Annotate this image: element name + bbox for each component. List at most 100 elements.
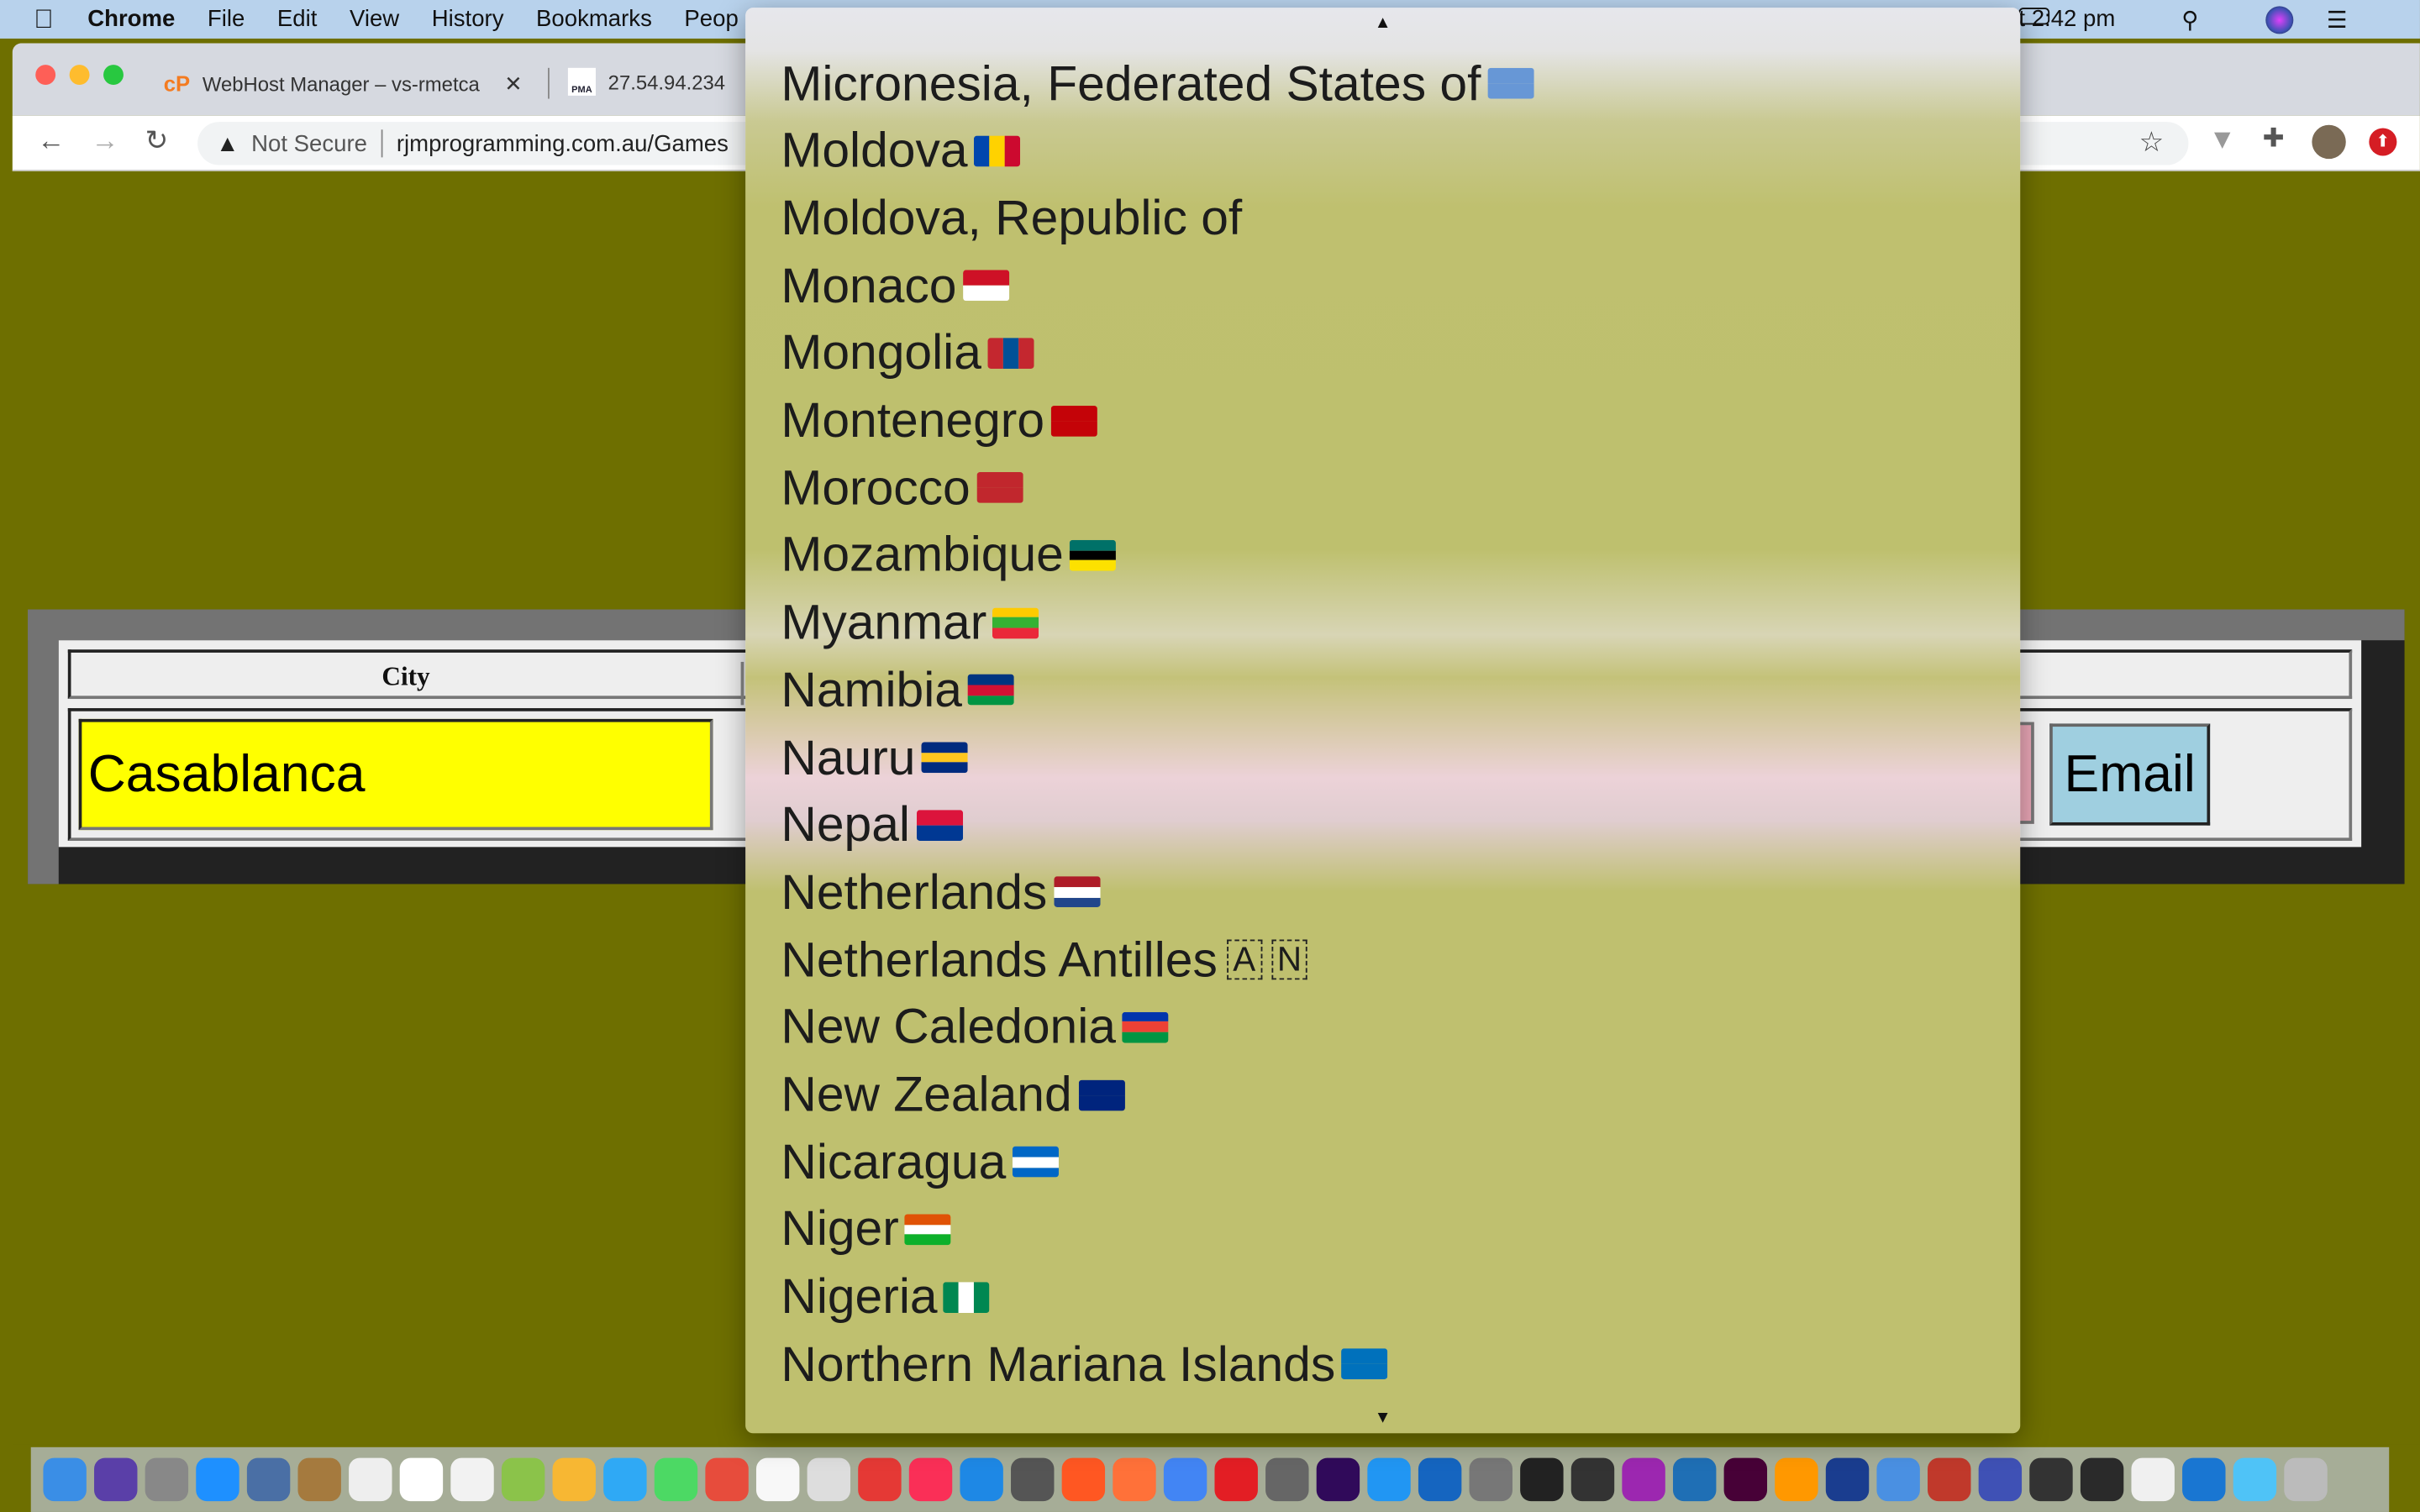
security-label[interactable]: Not Secure [251, 130, 367, 156]
dropdown-option[interactable]: Nicaragua [781, 1128, 1059, 1196]
menu-app[interactable]: Chrome [87, 6, 175, 32]
dock-app-icon[interactable] [2080, 1457, 2124, 1502]
dock-app-icon[interactable] [501, 1457, 545, 1502]
dropdown-option[interactable]: Montenegro [781, 386, 1097, 454]
city-input[interactable]: Casablanca [78, 718, 713, 831]
notification-center-icon[interactable]: ☰ [2327, 5, 2348, 33]
dock-app-icon[interactable] [297, 1457, 341, 1502]
dropdown-option[interactable]: New Zealand [781, 1061, 1125, 1129]
dropdown-option[interactable]: Nauru [781, 723, 968, 791]
dropdown-option[interactable]: Monaco [781, 252, 1009, 320]
dock-app-icon[interactable] [1316, 1457, 1360, 1502]
dock-app-icon[interactable] [2029, 1457, 2073, 1502]
dock-app-icon[interactable] [145, 1457, 189, 1502]
dock-app-icon[interactable] [1622, 1457, 1665, 1502]
close-window-button[interactable] [35, 65, 56, 86]
dock-app-icon[interactable] [908, 1457, 953, 1502]
dock-app-icon[interactable] [603, 1457, 647, 1502]
dock-app-icon[interactable] [1061, 1457, 1106, 1502]
dropdown-option[interactable]: Mozambique [781, 522, 1117, 590]
apple-icon[interactable]:  [34, 4, 53, 35]
menu-edit[interactable]: Edit [277, 6, 317, 32]
dock-app-icon[interactable] [1570, 1457, 1615, 1502]
extensions-puzzle-icon[interactable]: ✚ [2263, 123, 2291, 153]
reload-icon[interactable]: ↻ [145, 125, 169, 158]
spotlight-search-icon[interactable]: ⚲ [2181, 5, 2198, 33]
dropdown-option[interactable]: Morocco [781, 454, 1023, 522]
dock-app-icon[interactable] [1163, 1457, 1207, 1502]
dock-app-icon[interactable] [705, 1457, 749, 1502]
dock-app-icon[interactable] [349, 1457, 392, 1502]
dock-app-icon[interactable] [1520, 1457, 1564, 1502]
dock-app-icon[interactable] [43, 1457, 87, 1502]
dock-app-icon[interactable] [1672, 1457, 1717, 1502]
dock-app-icon[interactable] [450, 1457, 494, 1502]
email-button[interactable]: Email [2049, 723, 2211, 826]
dropdown-option[interactable]: Nigeria [781, 1263, 991, 1331]
dropdown-option[interactable]: Northern Mariana Islands [781, 1331, 1388, 1399]
forward-icon[interactable]: → [91, 125, 118, 158]
dock-app-icon[interactable] [1825, 1457, 1870, 1502]
dropdown-option[interactable]: Micronesia, Federated States of [781, 50, 1534, 118]
dropdown-option[interactable]: Moldova, Republic of [781, 184, 1242, 252]
update-icon[interactable]: ⬆ [2369, 128, 2397, 156]
menu-people[interactable]: Peop [684, 6, 738, 32]
vue-devtools-icon[interactable]: ▼ [2208, 123, 2236, 155]
menu-bookmarks[interactable]: Bookmarks [536, 6, 652, 32]
profile-avatar[interactable] [2312, 124, 2346, 160]
dropdown-option[interactable]: Niger [781, 1195, 952, 1263]
dock-app-icon[interactable] [1978, 1457, 2023, 1502]
dock-app-icon[interactable] [1928, 1457, 1971, 1502]
dock-app-icon[interactable] [246, 1457, 291, 1502]
dock-app-icon[interactable] [2233, 1457, 2277, 1502]
dock-app-icon[interactable] [399, 1457, 444, 1502]
dock-app-icon[interactable] [196, 1457, 239, 1502]
dropdown-option[interactable]: Nepal [781, 791, 963, 859]
dropdown-option[interactable]: New Caledonia [781, 993, 1169, 1061]
option-label: Monaco [781, 256, 957, 313]
dropdown-option[interactable]: Netherlands Antilles A N [781, 926, 1308, 994]
dock-app-icon[interactable] [960, 1457, 1003, 1502]
dock-app-icon[interactable] [1011, 1457, 1055, 1502]
tab-webhost-manager[interactable]: cP WebHost Manager – vs-rmetca ✕ [164, 67, 550, 99]
dock-app-icon[interactable] [2131, 1457, 2175, 1502]
dock-app-icon[interactable] [807, 1457, 851, 1502]
menu-view[interactable]: View [350, 6, 399, 32]
menu-file[interactable]: File [208, 6, 245, 32]
dock-app-icon[interactable] [1265, 1457, 1309, 1502]
dock-app-icon[interactable] [1775, 1457, 1818, 1502]
country-dropdown-list[interactable]: ▲ ▼ Micronesia, Federated States of Moldo… [745, 8, 2021, 1434]
scroll-down-arrow-icon[interactable]: ▼ [745, 1409, 2020, 1427]
tab-phpmyadmin[interactable]: PMA 27.54.94.234 [567, 67, 725, 96]
dropdown-option[interactable]: Netherlands [781, 858, 1100, 927]
url-text[interactable]: rjmprogramming.com.au/Games [397, 130, 729, 156]
dropdown-option[interactable]: Mongolia [781, 319, 1034, 387]
dock-app-icon[interactable] [1723, 1457, 1768, 1502]
dropdown-option[interactable]: Myanmar [781, 589, 1039, 657]
dock-app-icon[interactable] [654, 1457, 698, 1502]
dock-app-icon[interactable] [1876, 1457, 1920, 1502]
dock-app-icon[interactable] [1469, 1457, 1512, 1502]
dock-app-icon[interactable] [1418, 1457, 1462, 1502]
dock-app-icon[interactable] [94, 1457, 138, 1502]
zoom-window-button[interactable] [103, 65, 124, 86]
dock-app-icon[interactable] [552, 1457, 596, 1502]
close-tab-icon[interactable]: ✕ [504, 71, 523, 97]
scroll-up-arrow-icon[interactable]: ▲ [745, 14, 2020, 33]
dock-app-icon[interactable] [1367, 1457, 1411, 1502]
dropdown-option[interactable]: Namibia [781, 656, 1015, 724]
flag-icon [992, 606, 1039, 638]
dock-app-icon[interactable] [2284, 1457, 2328, 1502]
dock-app-icon[interactable] [1214, 1457, 1258, 1502]
warning-icon[interactable]: ▲ [216, 130, 239, 156]
dock-app-icon[interactable] [858, 1457, 902, 1502]
dock-app-icon[interactable] [2182, 1457, 2226, 1502]
siri-icon[interactable] [2265, 5, 2293, 34]
bookmark-star-icon[interactable]: ☆ [2139, 127, 2165, 160]
dropdown-option[interactable]: Moldova [781, 117, 1020, 185]
minimize-window-button[interactable] [69, 65, 90, 86]
dock-app-icon[interactable] [1113, 1457, 1156, 1502]
dock-app-icon[interactable] [755, 1457, 800, 1502]
menu-history[interactable]: History [432, 6, 504, 32]
back-icon[interactable]: ← [37, 125, 65, 158]
